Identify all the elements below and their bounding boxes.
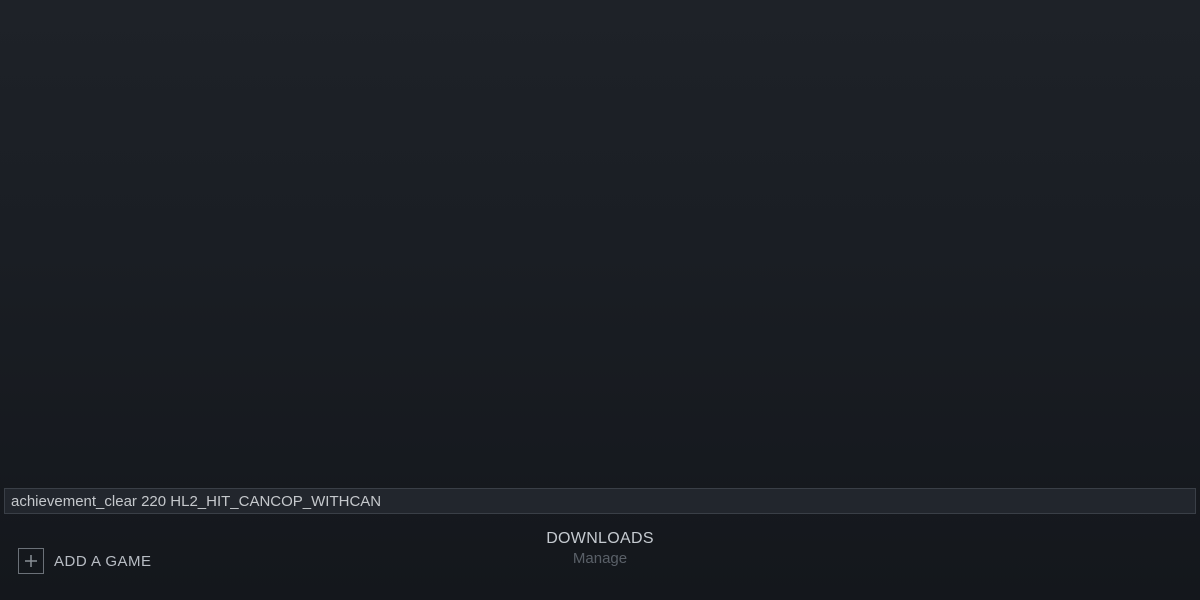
add-game-button[interactable]: ADD A GAME — [18, 548, 152, 574]
downloads-title: DOWNLOADS — [546, 530, 654, 548]
bottom-bar: ADD A GAME DOWNLOADS Manage — [0, 522, 1200, 600]
plus-icon — [18, 548, 44, 574]
console-input-wrapper — [0, 488, 1200, 514]
console-input[interactable] — [4, 488, 1196, 514]
add-game-label: ADD A GAME — [54, 553, 152, 570]
main-content-area — [0, 0, 1200, 480]
downloads-button[interactable]: DOWNLOADS Manage — [546, 530, 654, 567]
downloads-subtitle: Manage — [546, 550, 654, 567]
